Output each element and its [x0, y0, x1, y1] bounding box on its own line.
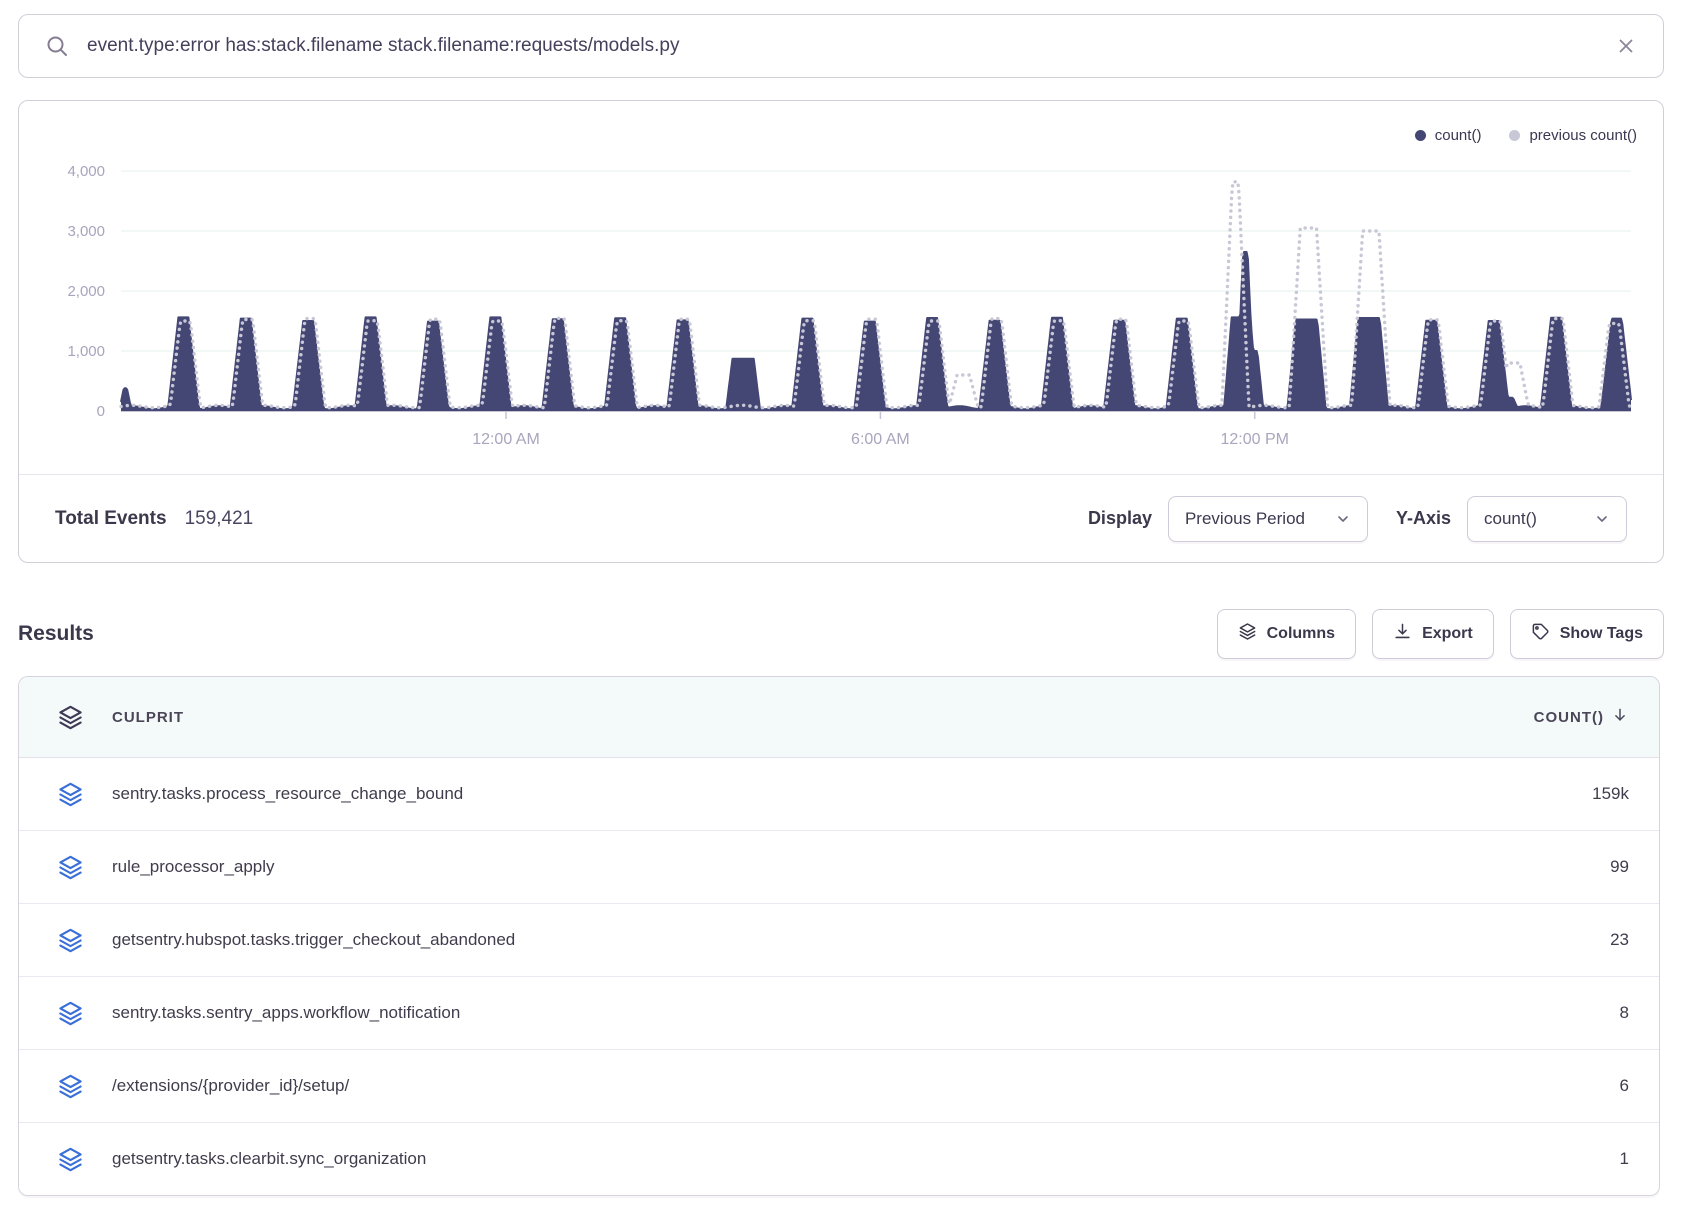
- events-chart-panel: 0 1,000 2,000 3,000 4,000 12:00 AM 6:00 AM 12:0…: [18, 100, 1664, 563]
- svg-text:3,000: 3,000: [67, 223, 105, 240]
- export-button[interactable]: Export: [1372, 609, 1494, 659]
- legend-item-previous-count[interactable]: previous count(): [1509, 127, 1637, 144]
- display-dropdown-value: Previous Period: [1185, 509, 1305, 529]
- culprit-column-header[interactable]: CULPRIT: [112, 709, 184, 726]
- svg-text:2,000: 2,000: [67, 283, 105, 300]
- legend-item-count[interactable]: count(): [1415, 127, 1482, 144]
- total-events-value: 159,421: [185, 508, 254, 530]
- columns-button[interactable]: Columns: [1217, 609, 1356, 659]
- svg-text:0: 0: [97, 403, 105, 420]
- stack-layers-icon[interactable]: [57, 1146, 84, 1173]
- stack-layers-icon[interactable]: [57, 1000, 84, 1027]
- table-row: getsentry.hubspot.tasks.trigger_checkout…: [19, 904, 1659, 977]
- chevron-down-icon: [1594, 511, 1610, 527]
- table-row: sentry.tasks.sentry_apps.workflow_notifi…: [19, 977, 1659, 1050]
- svg-text:12:00 PM: 12:00 PM: [1220, 431, 1288, 448]
- table-row: sentry.tasks.process_resource_change_bou…: [19, 758, 1659, 831]
- events-area-chart: 0 1,000 2,000 3,000 4,000 12:00 AM 6:00 AM 12:0…: [19, 101, 1665, 453]
- chart-legend: count() previous count(): [1415, 127, 1637, 144]
- count-legend-label: count(): [1435, 127, 1482, 144]
- columns-icon: [1238, 622, 1257, 646]
- previous-count-legend-dot: [1509, 130, 1520, 141]
- count-cell: 6: [1620, 1076, 1629, 1096]
- culprit-cell: getsentry.tasks.clearbit.sync_organizati…: [112, 1149, 426, 1169]
- stack-layers-icon[interactable]: [57, 1073, 84, 1100]
- culprit-cell: sentry.tasks.process_resource_change_bou…: [112, 784, 463, 804]
- display-label: Display: [1088, 508, 1152, 529]
- results-title: Results: [18, 622, 94, 646]
- close-icon[interactable]: [1615, 35, 1637, 57]
- search-icon: [45, 34, 69, 58]
- stack-layers-icon[interactable]: [57, 927, 84, 954]
- yaxis-dropdown[interactable]: count(): [1467, 496, 1627, 542]
- svg-text:12:00 AM: 12:00 AM: [472, 431, 540, 448]
- count-column-header-label: COUNT(): [1534, 709, 1604, 726]
- count-cell: 23: [1610, 930, 1629, 950]
- show-tags-button-label: Show Tags: [1560, 625, 1643, 643]
- culprit-cell: /extensions/{provider_id}/setup/: [112, 1076, 349, 1096]
- columns-button-label: Columns: [1267, 625, 1335, 643]
- results-table: CULPRIT COUNT() sentry.tasks.process_res…: [18, 676, 1660, 1196]
- stack-layers-icon[interactable]: [57, 781, 84, 808]
- svg-text:1,000: 1,000: [67, 343, 105, 360]
- sort-descending-icon: [1611, 706, 1629, 728]
- culprit-cell: getsentry.hubspot.tasks.trigger_checkout…: [112, 930, 515, 950]
- stack-layers-icon[interactable]: [57, 854, 84, 881]
- table-row: rule_processor_apply 99: [19, 831, 1659, 904]
- culprit-cell: rule_processor_apply: [112, 857, 275, 877]
- show-tags-button[interactable]: Show Tags: [1510, 609, 1664, 659]
- export-button-label: Export: [1422, 625, 1473, 643]
- tag-icon: [1531, 622, 1550, 646]
- search-input[interactable]: [85, 34, 1615, 58]
- stack-layers-icon[interactable]: [57, 704, 84, 731]
- search-bar: [18, 14, 1664, 78]
- chevron-down-icon: [1335, 511, 1351, 527]
- count-column-header[interactable]: COUNT(): [1534, 706, 1629, 728]
- discover-page: 0 1,000 2,000 3,000 4,000 12:00 AM 6:00 AM 12:0…: [0, 0, 1682, 1220]
- results-bar: Results Columns Export: [18, 606, 1664, 662]
- yaxis-label: Y-Axis: [1396, 508, 1451, 529]
- svg-text:4,000: 4,000: [67, 163, 105, 180]
- total-events-label: Total Events: [55, 508, 167, 530]
- table-header-row: CULPRIT COUNT(): [19, 677, 1659, 758]
- previous-count-legend-label: previous count(): [1529, 127, 1637, 144]
- count-cell: 1: [1620, 1149, 1629, 1169]
- export-download-icon: [1393, 622, 1412, 646]
- display-dropdown[interactable]: Previous Period: [1168, 496, 1368, 542]
- chart-footer: Total Events 159,421 Display Previous Pe…: [19, 474, 1663, 562]
- table-row: /extensions/{provider_id}/setup/ 6: [19, 1050, 1659, 1123]
- table-row: getsentry.tasks.clearbit.sync_organizati…: [19, 1123, 1659, 1195]
- count-legend-dot: [1415, 130, 1426, 141]
- count-cell: 159k: [1592, 784, 1629, 804]
- count-cell: 8: [1620, 1003, 1629, 1023]
- count-cell: 99: [1610, 857, 1629, 877]
- yaxis-dropdown-value: count(): [1484, 509, 1537, 529]
- culprit-cell: sentry.tasks.sentry_apps.workflow_notifi…: [112, 1003, 460, 1023]
- svg-text:6:00 AM: 6:00 AM: [851, 431, 910, 448]
